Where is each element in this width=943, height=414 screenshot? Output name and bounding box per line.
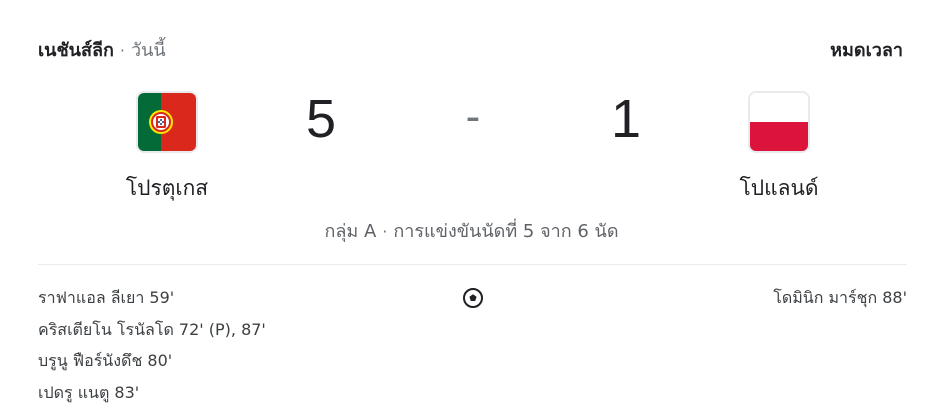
info-separator: ·: [382, 222, 388, 241]
away-team-name[interactable]: โปแลนด์: [679, 172, 879, 205]
group-label: กลุ่ม A: [324, 221, 377, 242]
home-score: 5: [305, 89, 337, 149]
league-name[interactable]: เนชันส์ลีก: [38, 40, 114, 61]
home-scorer: คริสเตียโน โรนัลโด 72' (P), 87': [38, 319, 266, 339]
poland-flag-icon[interactable]: [750, 93, 808, 151]
match-date: วันนี้: [131, 39, 166, 61]
home-scorer: ราฟาแอล ลีเยา 59': [38, 288, 175, 307]
away-scorer: โดมินิก มาร์ชุก 88': [773, 288, 907, 307]
home-scorer: บรูนู ฟือร์นังดึช 80': [38, 351, 173, 370]
match-info: กลุ่ม A · การแข่งขันนัดที่ 5 จาก 6 นัด: [0, 216, 943, 245]
match-header: เนชันส์ลีก · วันนี้ หมดเวลา: [38, 34, 903, 64]
match-status: หมดเวลา: [830, 39, 903, 61]
away-score: 1: [610, 89, 642, 149]
soccer-ball-icon: [462, 287, 484, 309]
round-label: การแข่งขันนัดที่ 5 จาก 6 นัด: [393, 221, 619, 242]
header-separator: ·: [119, 40, 125, 60]
home-scorer: เปดรู แนตู 83': [38, 382, 140, 402]
home-team-name[interactable]: โปรตุเกส: [67, 172, 267, 205]
match-card: เนชันส์ลีก · วันนี้ หมดเวลา 5 - 1 โปรตุเกส…: [0, 0, 943, 414]
portugal-flag-icon[interactable]: [138, 93, 196, 151]
divider: [38, 264, 907, 265]
score-separator: -: [465, 92, 481, 141]
away-scorers-list: โดมินิก มาร์ชุก 88': [773, 286, 907, 318]
competition-info: เนชันส์ลีก · วันนี้: [38, 35, 166, 64]
home-scorers-list: ราฟาแอล ลีเยา 59' คริสเตียโน โรนัลโด 72'…: [38, 286, 266, 412]
